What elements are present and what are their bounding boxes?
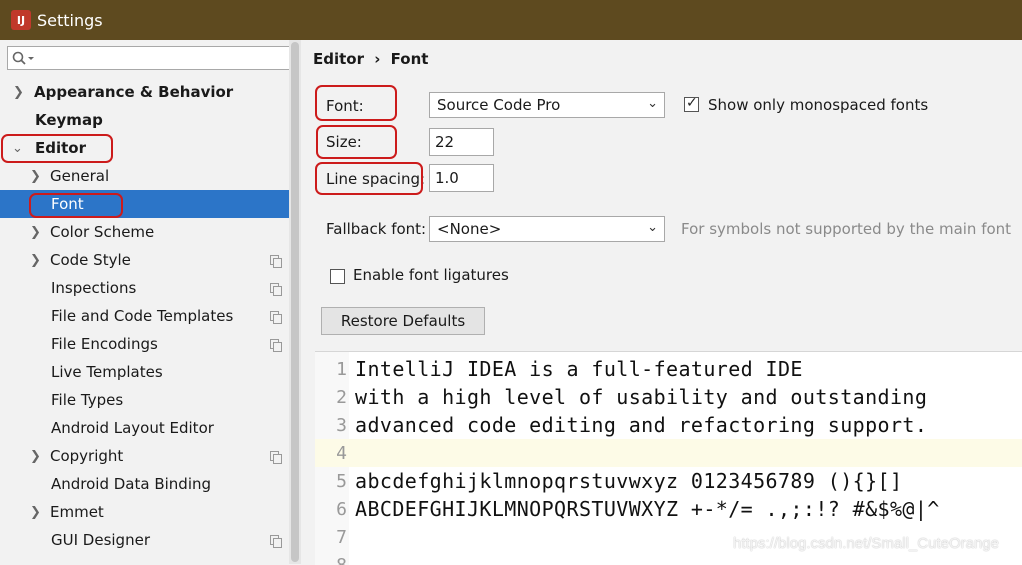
preview-text: IntelliJ IDEA is a full-featured IDE: [355, 357, 803, 381]
sidebar-item-editor[interactable]: ⌄ Editor: [0, 134, 289, 162]
sidebar-item-label: File and Code Templates: [51, 307, 233, 325]
preview-line-current: 4: [315, 439, 1022, 467]
breadcrumb: Editor › Font: [313, 50, 428, 68]
sidebar-item-label: Font: [51, 195, 84, 213]
sidebar-item-label: Android Data Binding: [51, 475, 211, 493]
preview-line: 5 abcdefghijklmnopqrstuvwxyz 0123456789 …: [315, 467, 1022, 495]
project-scope-icon: [270, 255, 281, 266]
search-input[interactable]: [7, 46, 293, 70]
window-title: Settings: [37, 11, 103, 30]
sidebar-item-code-style[interactable]: ❯ Code Style: [0, 246, 289, 274]
title-bar: IJ Settings: [0, 0, 1022, 40]
chevron-right-icon: ❯: [13, 85, 24, 100]
font-label: Font:: [326, 97, 364, 115]
sidebar-scrollbar[interactable]: [289, 40, 301, 564]
sidebar-item-label: File Encodings: [51, 335, 158, 353]
sidebar-item-label: Editor: [35, 139, 86, 157]
project-scope-icon: [270, 339, 281, 350]
fallback-font-hint: For symbols not supported by the main fo…: [681, 220, 1011, 238]
breadcrumb-parent[interactable]: Editor: [313, 50, 364, 68]
chevron-right-icon: ❯: [30, 449, 41, 464]
show-monospaced-checkbox[interactable]: ✓: [684, 97, 699, 112]
preview-line: 1 IntelliJ IDEA is a full-featured IDE: [315, 355, 1022, 383]
sidebar-item-appearance-behavior[interactable]: ❯ Appearance & Behavior: [0, 78, 289, 106]
size-field[interactable]: 22: [429, 128, 494, 156]
line-number: 7: [331, 527, 347, 548]
sidebar-item-label: General: [50, 167, 109, 185]
chevron-down-icon: ⌄: [647, 220, 658, 235]
sidebar-item-label: Emmet: [50, 503, 104, 521]
sidebar-item-font[interactable]: Font: [0, 190, 289, 218]
line-spacing-field[interactable]: 1.0: [429, 164, 494, 192]
project-scope-icon: [270, 283, 281, 294]
line-number: 3: [331, 415, 347, 436]
sidebar-item-keymap[interactable]: Keymap: [0, 106, 289, 134]
sidebar-item-inspections[interactable]: Inspections: [0, 274, 289, 302]
intellij-app-icon: IJ: [11, 10, 31, 30]
sidebar-item-file-code-templates[interactable]: File and Code Templates: [0, 302, 289, 330]
sidebar-item-copyright[interactable]: ❯ Copyright: [0, 442, 289, 470]
preview-line: 2 with a high level of usability and out…: [315, 383, 1022, 411]
line-number: 5: [331, 471, 347, 492]
chevron-right-icon: ❯: [30, 253, 41, 268]
scrollbar-thumb[interactable]: [291, 42, 299, 562]
chevron-right-icon: ❯: [30, 505, 41, 520]
line-number: 2: [331, 387, 347, 408]
preview-line: 6 ABCDEFGHIJKLMNOPQRSTUVWXYZ +-*/= .,;:!…: [315, 495, 1022, 523]
watermark-text: https://blog.csdn.net/Small_CuteOrange: [733, 535, 999, 552]
sidebar-item-emmet[interactable]: ❯ Emmet: [0, 498, 289, 526]
font-ligatures-checkbox[interactable]: [330, 269, 345, 284]
fallback-font-value: <None>: [437, 220, 501, 238]
size-label: Size:: [326, 133, 362, 151]
sidebar-item-label: Android Layout Editor: [51, 419, 214, 437]
line-number: 8: [331, 555, 347, 565]
sidebar-item-android-data-binding[interactable]: Android Data Binding: [0, 470, 289, 498]
chevron-down-icon: ⌄: [647, 96, 658, 111]
fallback-font-label: Fallback font:: [326, 220, 426, 238]
project-scope-icon: [270, 535, 281, 546]
checkmark-icon: ✓: [686, 95, 698, 111]
line-number: 4: [331, 443, 347, 464]
font-preview-editor[interactable]: 1 IntelliJ IDEA is a full-featured IDE 2…: [315, 351, 1022, 565]
font-ligatures-label: Enable font ligatures: [353, 266, 509, 284]
sidebar-item-label: Appearance & Behavior: [34, 83, 233, 101]
chevron-right-icon: ❯: [30, 225, 41, 240]
sidebar-item-label: File Types: [51, 391, 123, 409]
sidebar-item-live-templates[interactable]: Live Templates: [0, 358, 289, 386]
chevron-down-icon: ⌄: [12, 141, 23, 156]
sidebar-item-label: Code Style: [50, 251, 131, 269]
line-number: 1: [331, 359, 347, 380]
sidebar-item-label: Color Scheme: [50, 223, 154, 241]
preview-line: 3 advanced code editing and refactoring …: [315, 411, 1022, 439]
sidebar-item-label: Inspections: [51, 279, 136, 297]
preview-line: 8: [315, 551, 1022, 565]
breadcrumb-current: Font: [391, 50, 429, 68]
project-scope-icon: [270, 451, 281, 462]
breadcrumb-separator: ›: [374, 50, 380, 68]
sidebar-item-label: Copyright: [50, 447, 123, 465]
font-select-value: Source Code Pro: [437, 96, 560, 114]
font-select[interactable]: Source Code Pro ⌄: [429, 92, 665, 118]
preview-text: with a high level of usability and outst…: [355, 385, 927, 409]
sidebar-item-file-types[interactable]: File Types: [0, 386, 289, 414]
line-spacing-label: Line spacing:: [326, 170, 425, 188]
sidebar-item-color-scheme[interactable]: ❯ Color Scheme: [0, 218, 289, 246]
fallback-font-select[interactable]: <None> ⌄: [429, 216, 665, 242]
chevron-right-icon: ❯: [30, 169, 41, 184]
sidebar-item-file-encodings[interactable]: File Encodings: [0, 330, 289, 358]
preview-text: ABCDEFGHIJKLMNOPQRSTUVWXYZ +-*/= .,;:!? …: [355, 497, 940, 521]
sidebar-item-label: Keymap: [35, 111, 103, 129]
sidebar-item-general[interactable]: ❯ General: [0, 162, 289, 190]
restore-defaults-button[interactable]: Restore Defaults: [321, 307, 485, 335]
line-number: 6: [331, 499, 347, 520]
show-monospaced-label: Show only monospaced fonts: [708, 96, 928, 114]
sidebar-item-label: Live Templates: [51, 363, 163, 381]
project-scope-icon: [270, 311, 281, 322]
sidebar-item-label: GUI Designer: [51, 531, 150, 549]
sidebar-item-gui-designer[interactable]: GUI Designer: [0, 526, 289, 554]
search-icon: [12, 51, 38, 67]
preview-text: advanced code editing and refactoring su…: [355, 413, 927, 437]
preview-text: abcdefghijklmnopqrstuvwxyz 0123456789 ()…: [355, 469, 902, 493]
sidebar-item-android-layout-editor[interactable]: Android Layout Editor: [0, 414, 289, 442]
